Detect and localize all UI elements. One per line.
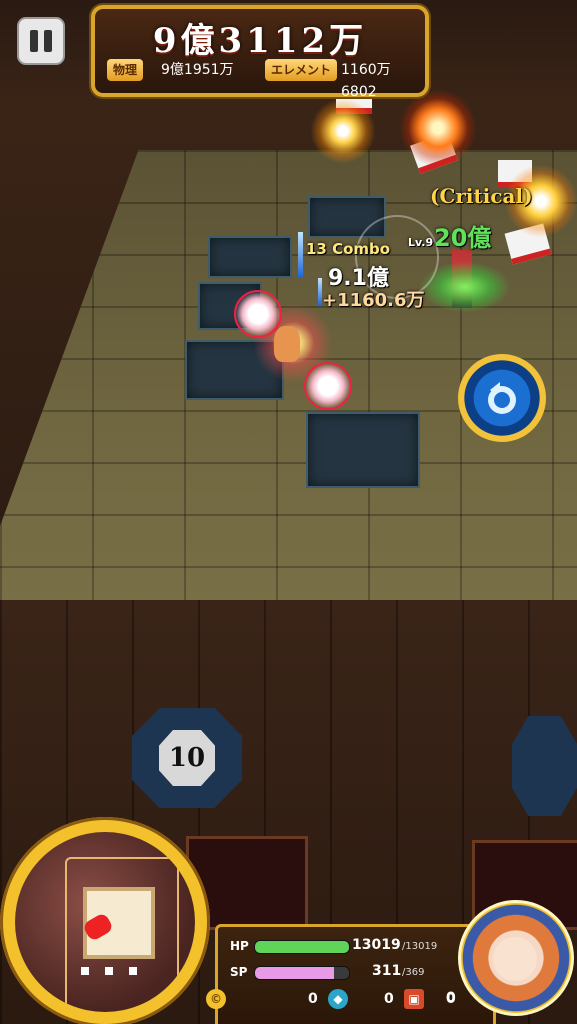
minimap-field <box>15 832 195 1012</box>
minimap-marker <box>105 967 113 975</box>
element-value: 1160万6802 <box>341 62 391 100</box>
hp-label: HP <box>230 939 249 953</box>
hp-max: /13019 <box>402 941 438 952</box>
game-screen: (Critical) 20億 Lv.9 13 Combo 9.1億 +1160.… <box>0 0 577 1024</box>
rewind-button[interactable] <box>458 354 546 442</box>
pause-icon <box>44 30 52 52</box>
critical-text: (Critical) <box>430 184 533 208</box>
total-damage: 9億3112万 <box>152 21 368 61</box>
combo-counter: 13 Combo <box>306 240 391 258</box>
portrait-face <box>493 937 537 981</box>
sword-projectile <box>298 232 303 278</box>
hp-bar <box>254 940 350 954</box>
minimap-marker <box>129 967 137 975</box>
extra-count: 0 <box>446 990 456 1006</box>
coin-icon: © <box>206 989 226 1009</box>
gem-count: 0 <box>384 991 394 1007</box>
sp-bar-fill <box>255 967 334 979</box>
number-tile[interactable] <box>512 716 577 816</box>
sp-bar <box>254 966 350 980</box>
bumper-orb <box>234 290 282 338</box>
board-tile[interactable] <box>306 412 420 488</box>
hp-value: 13019 <box>352 937 401 953</box>
player-character[interactable] <box>274 326 300 362</box>
physical-value: 9億1951万 <box>161 62 234 78</box>
score-panel: 9億3112万 物理 9億1951万 エレメント 1160万6802 <box>91 5 429 100</box>
chest-icon: ▣ <box>404 989 424 1009</box>
physical-label: 物理 <box>107 59 144 81</box>
character-portrait[interactable] <box>458 900 574 1016</box>
minimap-marker <box>81 967 89 975</box>
pause-icon <box>30 30 38 52</box>
status-panel: HP 13019 /13019 SP 311 /369 © 0 ◆ 0 ▣ 0 <box>206 924 496 1024</box>
critical-damage: 20億 <box>434 224 492 252</box>
explosion-effect <box>310 98 376 164</box>
enemy-level: Lv.9 <box>408 236 434 249</box>
minimap[interactable] <box>0 817 210 1024</box>
element-label: エレメント <box>265 59 338 81</box>
coin-count: 0 <box>308 991 318 1007</box>
bumper-orb <box>304 362 352 410</box>
gem-icon: ◆ <box>328 989 348 1009</box>
board-tile[interactable] <box>208 236 292 278</box>
damage-bonus: +1160.6万 <box>322 290 425 311</box>
sp-max: /369 <box>402 967 425 978</box>
sp-label: SP <box>230 965 248 979</box>
hp-bar-fill <box>255 941 349 953</box>
number-tile-label: 10 <box>159 730 215 786</box>
rewind-icon <box>488 382 516 414</box>
number-tile[interactable]: 10 <box>132 708 242 808</box>
pause-button[interactable] <box>17 17 65 65</box>
sp-value: 311 <box>372 963 402 979</box>
